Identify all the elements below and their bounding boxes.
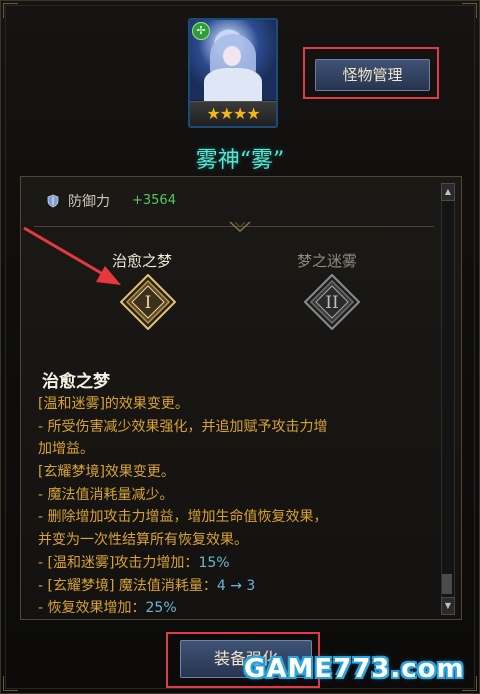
monster-portrait-card[interactable]: ✢ ★★★★	[188, 18, 278, 128]
shield-icon	[47, 194, 59, 208]
desc-line: - 所受伤害减少效果强化，并追加赋予攻击力增	[38, 418, 328, 435]
skill-title: 治愈之梦	[42, 372, 110, 392]
tier-2-diamond[interactable]: II	[304, 274, 360, 330]
desc-line: [玄耀梦境]效果变更。	[38, 464, 175, 481]
skill-description: [温和迷雾]的效果变更。 - 所受伤害减少效果强化，并追加赋予攻击力增 加增益。…	[38, 393, 438, 620]
desc-value: 15%	[198, 554, 230, 571]
scrollbar-thumb[interactable]	[442, 574, 452, 594]
monster-manage-button[interactable]: 怪物管理	[315, 59, 430, 91]
desc-line: 加增益。	[38, 441, 94, 458]
star-rating: ★★★★	[190, 101, 276, 126]
tier-1-diamond[interactable]: I	[120, 274, 176, 330]
desc-line: - 魔法值消耗量减少。	[38, 486, 174, 503]
tier-1-numeral: I	[145, 293, 152, 313]
desc-value: 25%	[145, 600, 177, 617]
desc-line: - [温和迷雾]攻击力增加：15%	[38, 554, 230, 571]
wind-element-icon: ✢	[192, 22, 210, 40]
desc-line: - 恢复效果增加：25%	[38, 600, 177, 617]
portrait-face	[223, 46, 241, 66]
watermark-logo: GAME773.com	[244, 654, 465, 684]
desc-line: 并变为一次性结算所有恢复效果。	[38, 532, 248, 549]
monster-name: 雾神“雾”	[195, 148, 285, 173]
divider-ornament-icon	[229, 221, 251, 232]
desc-line: - [玄耀梦境] 魔法值消耗量：4 → 3	[38, 577, 256, 594]
desc-value: 4 → 3	[216, 577, 256, 594]
tier-2-label: 梦之迷雾	[297, 252, 358, 270]
portrait-cloak	[204, 68, 262, 102]
stat-name: 防御力	[68, 194, 110, 210]
desc-line: [温和迷雾]的效果变更。	[38, 396, 189, 412]
frame-corner	[3, 676, 18, 691]
frame-corner	[3, 3, 18, 18]
scroll-up-icon[interactable]: ▲	[441, 183, 455, 201]
frame-corner	[462, 3, 477, 18]
desc-line: - 删除增加攻击力增益，增加生命值恢复效果，	[38, 509, 328, 526]
scrollbar-track[interactable]	[441, 183, 455, 615]
scroll-down-icon[interactable]: ▼	[441, 597, 455, 615]
tier-2-numeral: II	[325, 293, 338, 313]
tier-1-label: 治愈之梦	[112, 252, 173, 270]
stat-value: +3564	[132, 193, 176, 208]
